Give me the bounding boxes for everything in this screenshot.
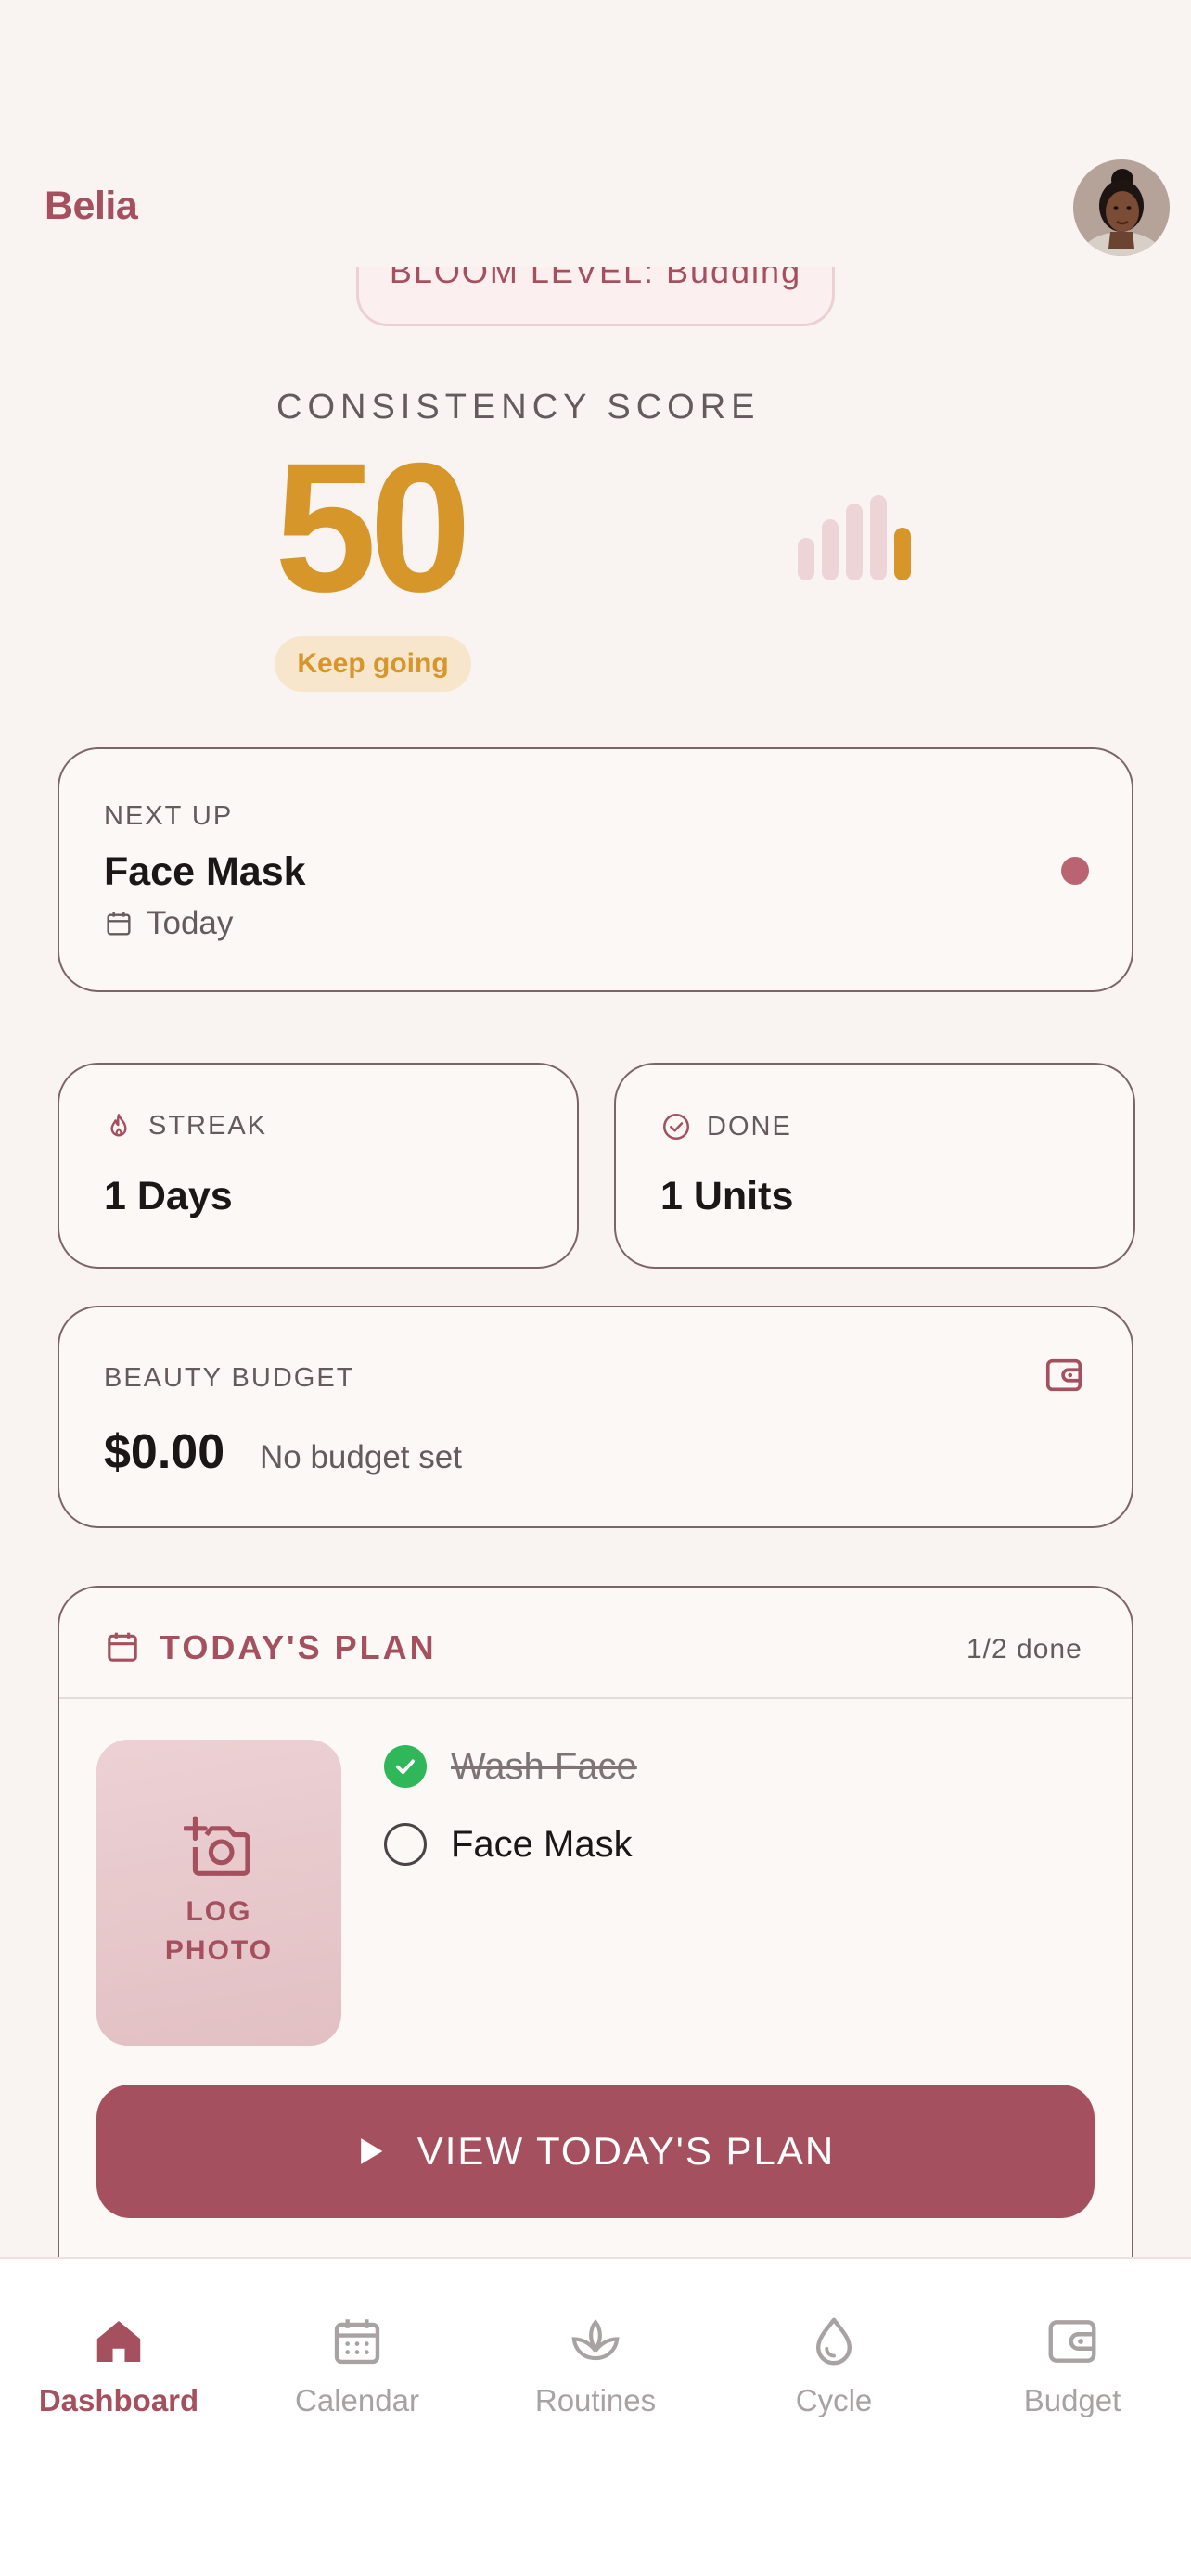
- task-checkbox-unchecked[interactable]: [384, 1823, 427, 1866]
- done-value: 1 Units: [660, 1174, 794, 1218]
- next-up-caption: NEXT UP: [104, 801, 234, 831]
- score-trend-bar: [894, 528, 911, 580]
- beauty-budget-card[interactable]: [58, 1306, 1133, 1528]
- plan-divider: [59, 1697, 1132, 1699]
- calendar-icon: [334, 2319, 380, 2365]
- nav-label: Cycle: [795, 2383, 873, 2417]
- drop-icon: [816, 2317, 852, 2366]
- done-card[interactable]: [614, 1063, 1135, 1269]
- nav-item-budget[interactable]: Budget: [970, 2313, 1174, 2418]
- task-checkbox-checked[interactable]: [384, 1745, 427, 1788]
- log-photo-label: LOG PHOTO: [165, 1893, 273, 1970]
- log-photo-label-line2: PHOTO: [164, 1935, 274, 1966]
- nav-label: Routines: [534, 2383, 657, 2417]
- nav-label: Calendar: [295, 2383, 419, 2417]
- bloom-level-label: BLOOM LEVEL: Budding: [389, 267, 802, 290]
- score-status-badge: Keep going: [275, 636, 471, 692]
- nav-item-dashboard[interactable]: Dashboard: [17, 2313, 221, 2418]
- task-label: Face Mask: [451, 1823, 633, 1865]
- log-photo-label-line1: LOG: [186, 1896, 252, 1927]
- wallet-icon: [1048, 2320, 1096, 2363]
- wallet-icon: [1045, 1358, 1082, 1392]
- nav-label: Budget: [1023, 2383, 1121, 2417]
- view-todays-plan-button[interactable]: VIEW TODAY'S PLAN: [96, 2085, 1095, 2218]
- budget-note: No budget set: [260, 1439, 462, 1475]
- bloom-level-badge: BLOOM LEVEL: Budding: [356, 267, 835, 326]
- streak-label: STREAK: [104, 1111, 267, 1141]
- score-trend-bars: [798, 491, 918, 580]
- todays-plan-progress: 1/2 done: [967, 1634, 1082, 1664]
- lotus-icon: [571, 2319, 620, 2361]
- done-label-text: DONE: [707, 1111, 792, 1141]
- score-trend-bar: [822, 519, 839, 580]
- consistency-score-value: 50: [275, 425, 471, 630]
- score-trend-bar: [846, 504, 863, 580]
- user-avatar-photo: [1073, 159, 1170, 256]
- play-icon: [360, 2138, 383, 2164]
- next-up-title: Face Mask: [104, 849, 306, 894]
- task-label: Wash Face: [451, 1745, 637, 1787]
- task-item[interactable]: Face Mask: [384, 1823, 633, 1866]
- nav-item-routines[interactable]: Routines: [493, 2313, 698, 2418]
- calendar-icon: [108, 1632, 137, 1662]
- app-brand: Belia: [45, 184, 138, 228]
- checkmark-icon: [396, 1759, 415, 1775]
- nav-item-cycle[interactable]: Cycle: [732, 2313, 936, 2418]
- bottom-navigation: Dashboard Calendar Routines Cycle Budget: [0, 2257, 1191, 2576]
- next-up-date-text: Today: [147, 905, 234, 941]
- view-todays-plan-label: VIEW TODAY'S PLAN: [416, 2129, 836, 2173]
- score-trend-bar: [870, 495, 887, 580]
- consistency-score-label: CONSISTENCY SCORE: [276, 388, 761, 427]
- home-icon: [96, 2321, 141, 2362]
- avatar[interactable]: [1073, 159, 1170, 256]
- streak-label-text: STREAK: [148, 1111, 268, 1141]
- calendar-icon: [107, 912, 131, 936]
- check-circle-icon: [662, 1113, 690, 1141]
- next-up-status-dot: [1061, 857, 1089, 885]
- next-up-date: Today: [104, 905, 233, 942]
- nav-item-calendar[interactable]: Calendar: [255, 2313, 459, 2418]
- log-photo-button[interactable]: LOG PHOTO: [96, 1740, 341, 2046]
- nav-label: Dashboard: [38, 2383, 199, 2417]
- budget-amount: $0.00: [104, 1425, 225, 1479]
- task-item[interactable]: Wash Face: [384, 1745, 637, 1788]
- add-photo-icon: [184, 1816, 250, 1876]
- todays-plan-title: TODAY'S PLAN: [160, 1628, 437, 1666]
- done-label: DONE: [660, 1111, 792, 1142]
- score-trend-bar: [798, 538, 814, 580]
- streak-value: 1 Days: [104, 1174, 233, 1218]
- beauty-budget-caption: BEAUTY BUDGET: [104, 1363, 355, 1393]
- streak-card[interactable]: [58, 1063, 579, 1269]
- flame-icon: [110, 1113, 127, 1136]
